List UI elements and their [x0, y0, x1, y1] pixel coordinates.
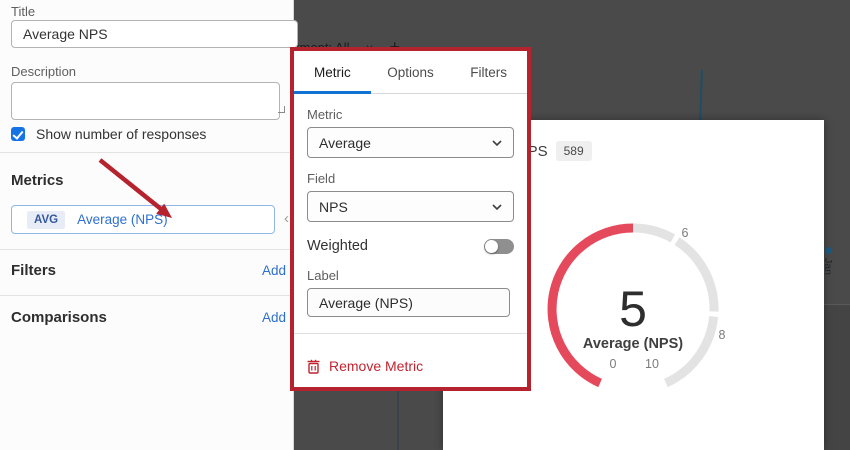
widget-settings-panel: Title Description Show number of respons…: [0, 0, 294, 450]
label-field-label: Label: [307, 268, 527, 283]
chevron-down-icon: [492, 140, 502, 146]
gauge-tick-6: 6: [673, 226, 697, 240]
background-chart-gridline: [397, 391, 399, 450]
weighted-label: Weighted: [307, 238, 368, 254]
tab-metric[interactable]: Metric: [314, 65, 351, 80]
textarea-resize-grip-icon[interactable]: [278, 106, 285, 113]
panel-collapse-handle[interactable]: ‹: [284, 210, 289, 227]
weighted-toggle[interactable]: [484, 239, 514, 254]
filters-add-button[interactable]: Add: [262, 263, 286, 278]
active-tab-underline: [294, 91, 371, 94]
gauge-tick-max: 10: [640, 357, 664, 371]
divider: [0, 249, 293, 250]
gauge-metric-label: Average (NPS): [553, 336, 713, 352]
toggle-knob: [485, 240, 498, 253]
description-field-label: Description: [11, 64, 76, 79]
tab-options[interactable]: Options: [387, 65, 434, 80]
background-chart-point: [825, 247, 832, 254]
background-chart-line: [699, 70, 703, 123]
divider: [0, 295, 293, 296]
metrics-heading: Metrics: [11, 172, 64, 189]
metric-chip-label: Average (NPS): [77, 212, 168, 227]
gauge-tick-min: 0: [601, 357, 625, 371]
gauge-tick-8: 8: [710, 328, 734, 342]
divider: [0, 152, 293, 153]
show-responses-label: Show number of responses: [36, 126, 206, 142]
field-select[interactable]: NPS: [307, 191, 514, 222]
title-input[interactable]: [11, 20, 298, 48]
field-select-value: NPS: [319, 199, 348, 215]
gauge-value: 5: [593, 280, 673, 338]
title-field-label: Title: [11, 4, 35, 19]
tab-filters[interactable]: Filters: [470, 65, 507, 80]
show-responses-row[interactable]: Show number of responses: [11, 126, 206, 142]
response-count-badge: 589: [556, 141, 592, 161]
show-responses-checkbox[interactable]: [11, 127, 25, 141]
metric-select[interactable]: Average: [307, 127, 514, 158]
metric-chip[interactable]: AVG Average (NPS): [11, 205, 275, 234]
metric-aggregation-badge: AVG: [27, 211, 65, 229]
weighted-row: Weighted: [307, 238, 514, 254]
metric-select-label: Metric: [307, 107, 527, 122]
metric-select-value: Average: [319, 135, 371, 151]
label-input[interactable]: [307, 288, 510, 317]
description-input[interactable]: [11, 82, 280, 120]
divider: [294, 333, 527, 334]
remove-metric-button[interactable]: Remove Metric: [307, 358, 527, 374]
field-select-label: Field: [307, 171, 527, 186]
comparisons-add-button[interactable]: Add: [262, 310, 286, 325]
popup-tab-bar: Metric Options Filters: [294, 51, 527, 94]
trash-icon: [307, 359, 320, 374]
filters-heading: Filters: [11, 262, 56, 279]
chevron-down-icon: [492, 204, 502, 210]
comparisons-heading: Comparisons: [11, 309, 107, 326]
background-widget-area: [824, 305, 850, 450]
metric-editor-popup: Metric Options Filters Metric Average Fi…: [290, 47, 531, 391]
remove-metric-label: Remove Metric: [329, 358, 423, 374]
